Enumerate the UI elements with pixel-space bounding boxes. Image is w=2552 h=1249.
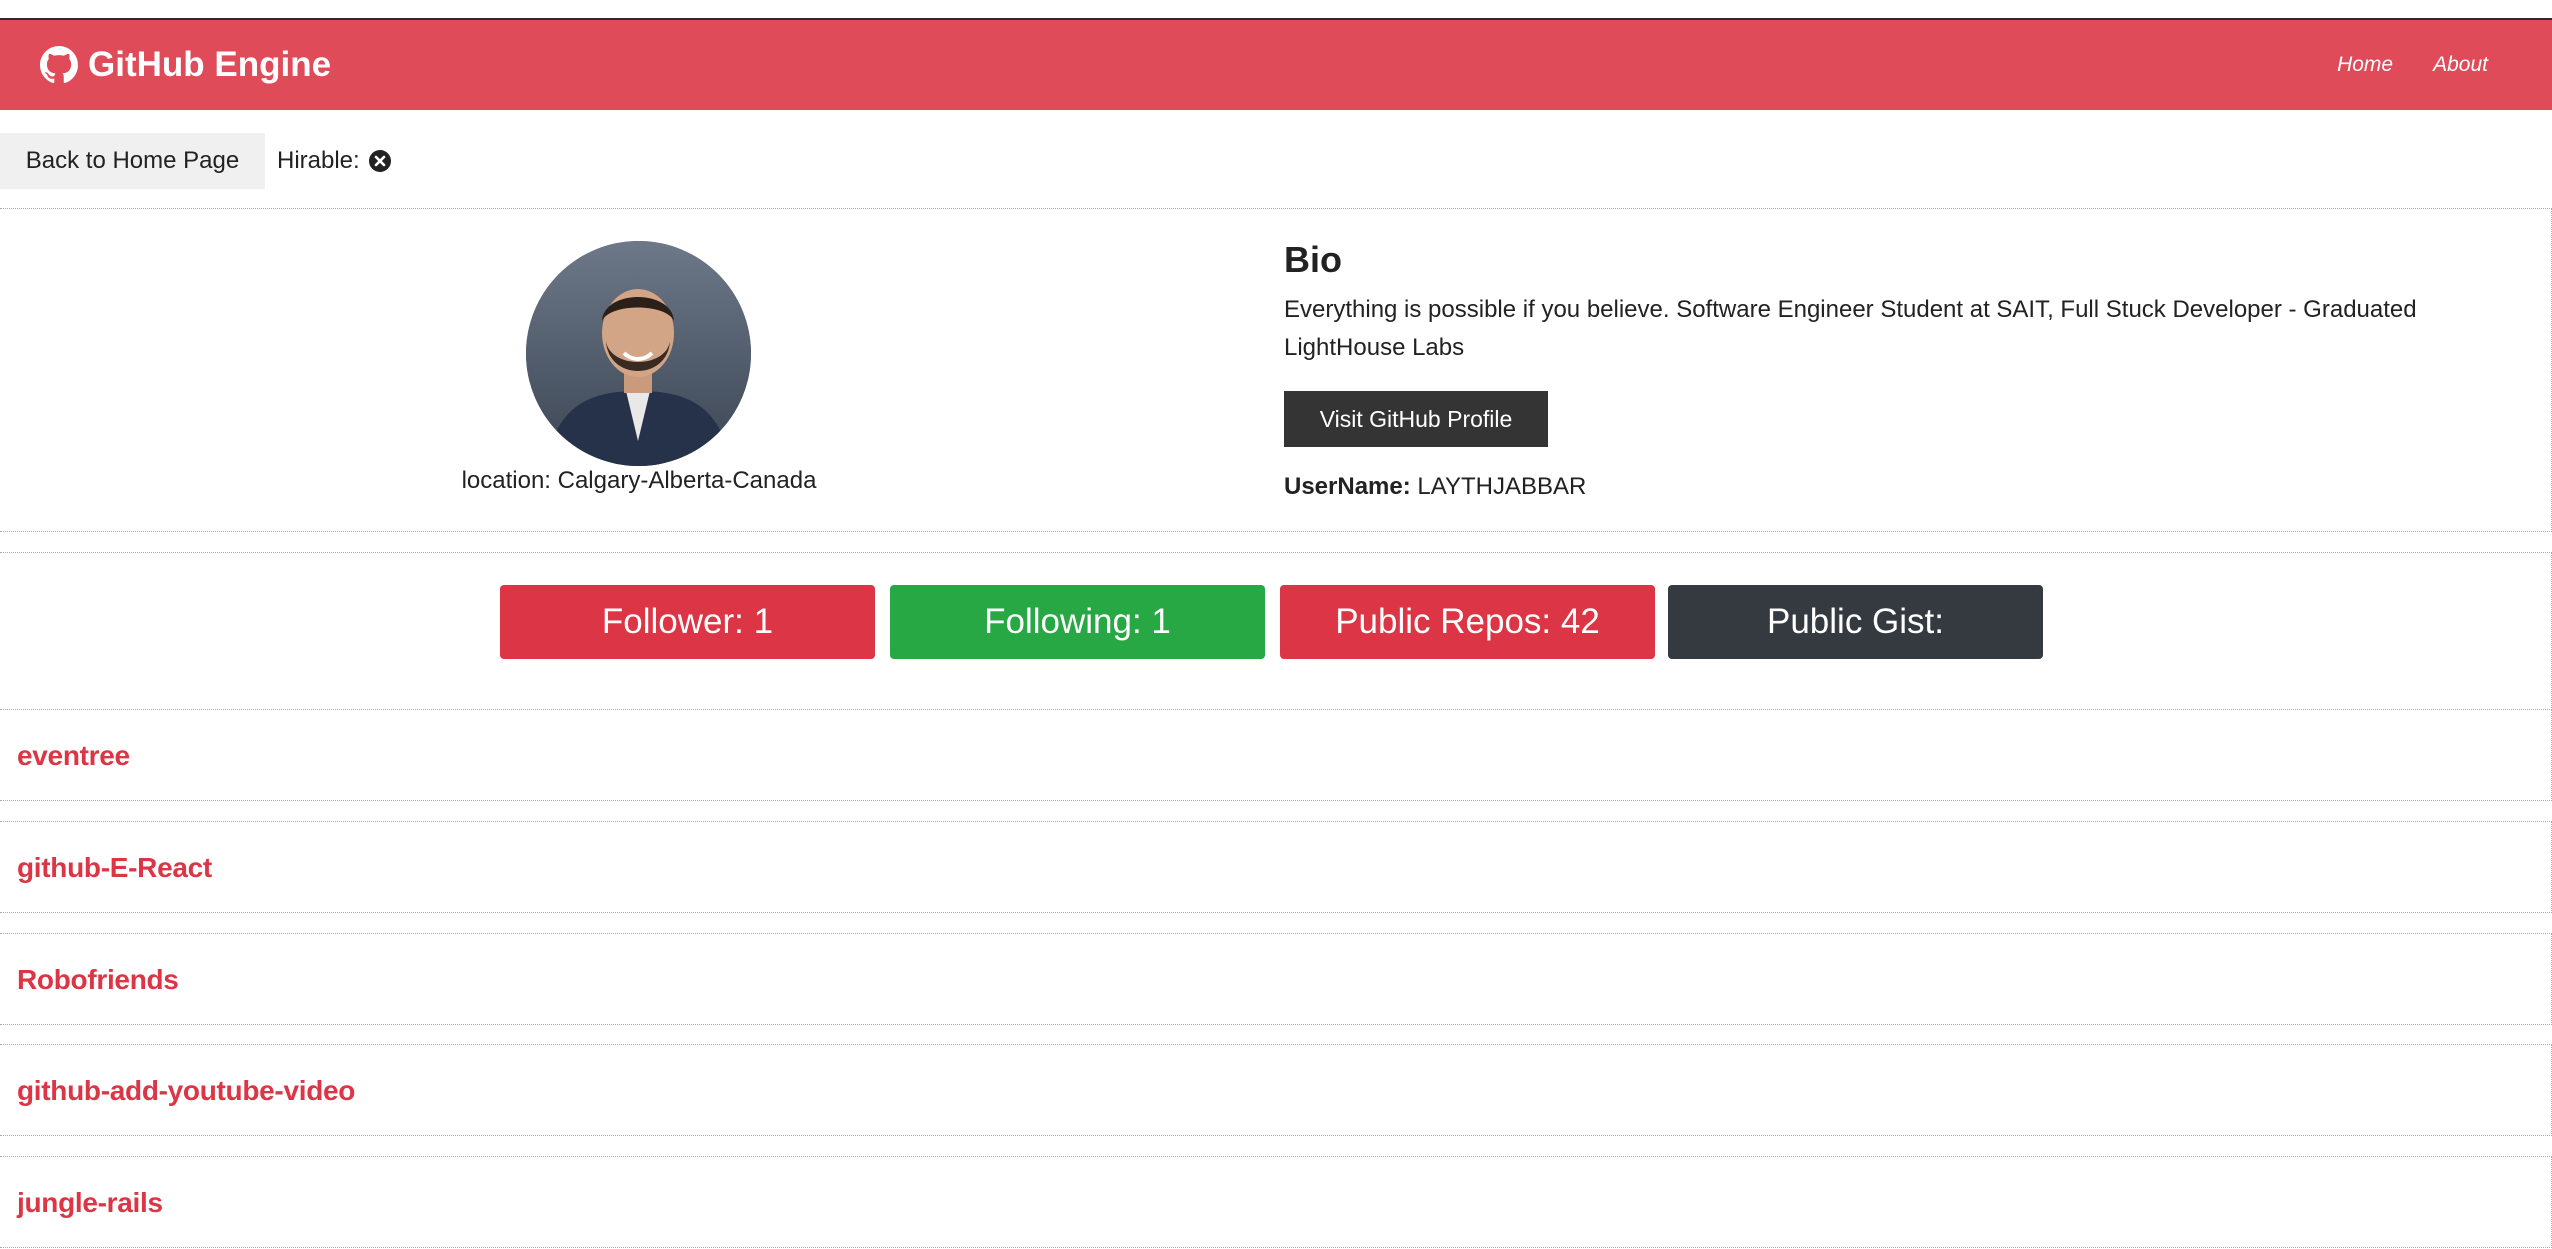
avatar xyxy=(526,241,751,466)
nav-links: Home About xyxy=(2337,20,2488,110)
browser-top-strip xyxy=(0,0,2552,20)
repo-item: Robofriends xyxy=(0,933,2552,1025)
repo-link[interactable]: github-E-React xyxy=(17,822,212,914)
bio-heading: Bio xyxy=(1284,239,1342,280)
visit-github-profile-button[interactable]: Visit GitHub Profile xyxy=(1284,391,1548,447)
repo-link[interactable]: Robofriends xyxy=(17,934,179,1026)
nav-home-link[interactable]: Home xyxy=(2337,53,2393,77)
avatar-portrait-icon xyxy=(526,241,751,466)
repo-link[interactable]: jungle-rails xyxy=(17,1157,163,1249)
public-repos-badge: Public Repos: 42 xyxy=(1280,585,1655,659)
repo-item: eventree xyxy=(0,709,2552,801)
repo-link[interactable]: eventree xyxy=(17,710,130,802)
repo-item: github-add-youtube-video xyxy=(0,1044,2552,1136)
bio-text: Everything is possible if you believe. S… xyxy=(1284,296,2417,361)
repo-item: jungle-rails xyxy=(0,1156,2552,1248)
repo-item: github-E-React xyxy=(0,821,2552,913)
repo-link[interactable]: github-add-youtube-video xyxy=(17,1045,355,1137)
location-text: location: Calgary-Alberta-Canada xyxy=(461,467,817,494)
username-label: UserName: xyxy=(1284,473,1411,500)
times-circle-icon xyxy=(368,149,392,173)
profile-card: location: Calgary-Alberta-Canada Bio Eve… xyxy=(0,208,2552,532)
hirable-status: Hirable: xyxy=(277,133,392,189)
username-row: UserName: LAYTHJABBAR xyxy=(1284,473,1586,501)
navbar: GitHub Engine Home About xyxy=(0,20,2552,110)
hirable-label: Hirable: xyxy=(277,147,360,174)
brand-title: GitHub Engine xyxy=(88,45,332,84)
github-icon xyxy=(40,46,78,84)
followers-badge: Follower: 1 xyxy=(500,585,875,659)
brand[interactable]: GitHub Engine xyxy=(40,20,331,110)
username-value: LAYTHJABBAR xyxy=(1417,473,1587,500)
public-gists-badge: Public Gist: xyxy=(1668,585,2043,659)
back-to-home-button[interactable]: Back to Home Page xyxy=(0,133,265,189)
following-badge: Following: 1 xyxy=(890,585,1265,659)
nav-about-link[interactable]: About xyxy=(2433,53,2488,77)
stats-card: Follower: 1 Following: 1 Public Repos: 4… xyxy=(0,552,2552,710)
